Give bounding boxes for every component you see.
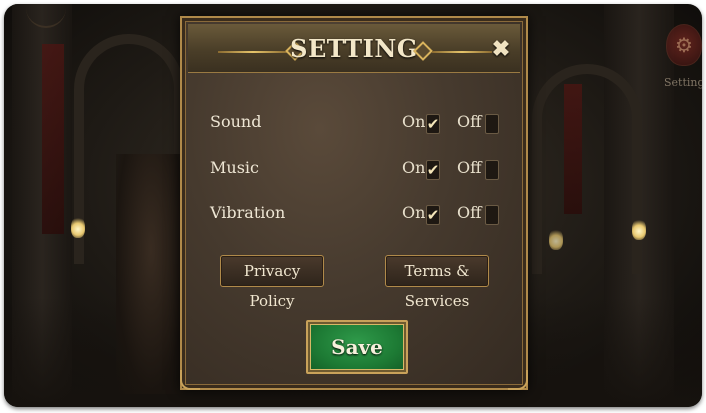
off-label: Off: [457, 203, 482, 222]
torch-icon: [632, 218, 646, 240]
dialog-corner-ornament: [508, 370, 528, 390]
settings-dialog: SETTING ✖ Sound On ✔ Off Music On ✔ Off …: [180, 16, 528, 390]
setting-row-vibration: Vibration On ✔ Off: [210, 201, 504, 227]
on-label: On: [402, 112, 426, 131]
vibration-on-checkbox[interactable]: ✔: [426, 205, 440, 225]
on-label: On: [402, 158, 426, 177]
torch-icon: [549, 228, 563, 250]
setting-row-sound: Sound On ✔ Off: [210, 110, 504, 136]
sound-on-checkbox[interactable]: ✔: [426, 114, 440, 134]
setting-row-music: Music On ✔ Off: [210, 156, 504, 182]
off-label: Off: [457, 112, 482, 131]
privacy-policy-button[interactable]: Privacy Policy: [220, 255, 324, 310]
background-banner: [42, 44, 64, 234]
setting-label: Sound: [210, 112, 262, 131]
music-on-checkbox[interactable]: ✔: [426, 160, 440, 180]
dialog-corner-ornament: [180, 370, 200, 390]
off-label: Off: [457, 158, 482, 177]
save-button[interactable]: Save: [306, 320, 408, 374]
on-label: On: [402, 203, 426, 222]
header-ornament-right: [432, 51, 492, 53]
settings-gear-label: Setting: [664, 76, 702, 89]
torch-icon: [71, 216, 85, 238]
close-icon: ✖: [491, 36, 511, 62]
player-character: [116, 154, 186, 394]
terms-services-button[interactable]: Terms & Services: [385, 255, 489, 310]
gear-icon: ⚙: [675, 33, 693, 57]
setting-label: Music: [210, 158, 259, 177]
settings-gear-button[interactable]: ⚙: [666, 24, 702, 66]
vibration-off-checkbox[interactable]: [485, 205, 499, 225]
dialog-title: SETTING: [290, 34, 418, 63]
close-button[interactable]: ✖: [490, 38, 512, 60]
sound-off-checkbox[interactable]: [485, 114, 499, 134]
dialog-header: SETTING ✖: [188, 24, 520, 73]
setting-label: Vibration: [210, 203, 286, 222]
music-off-checkbox[interactable]: [485, 160, 499, 180]
